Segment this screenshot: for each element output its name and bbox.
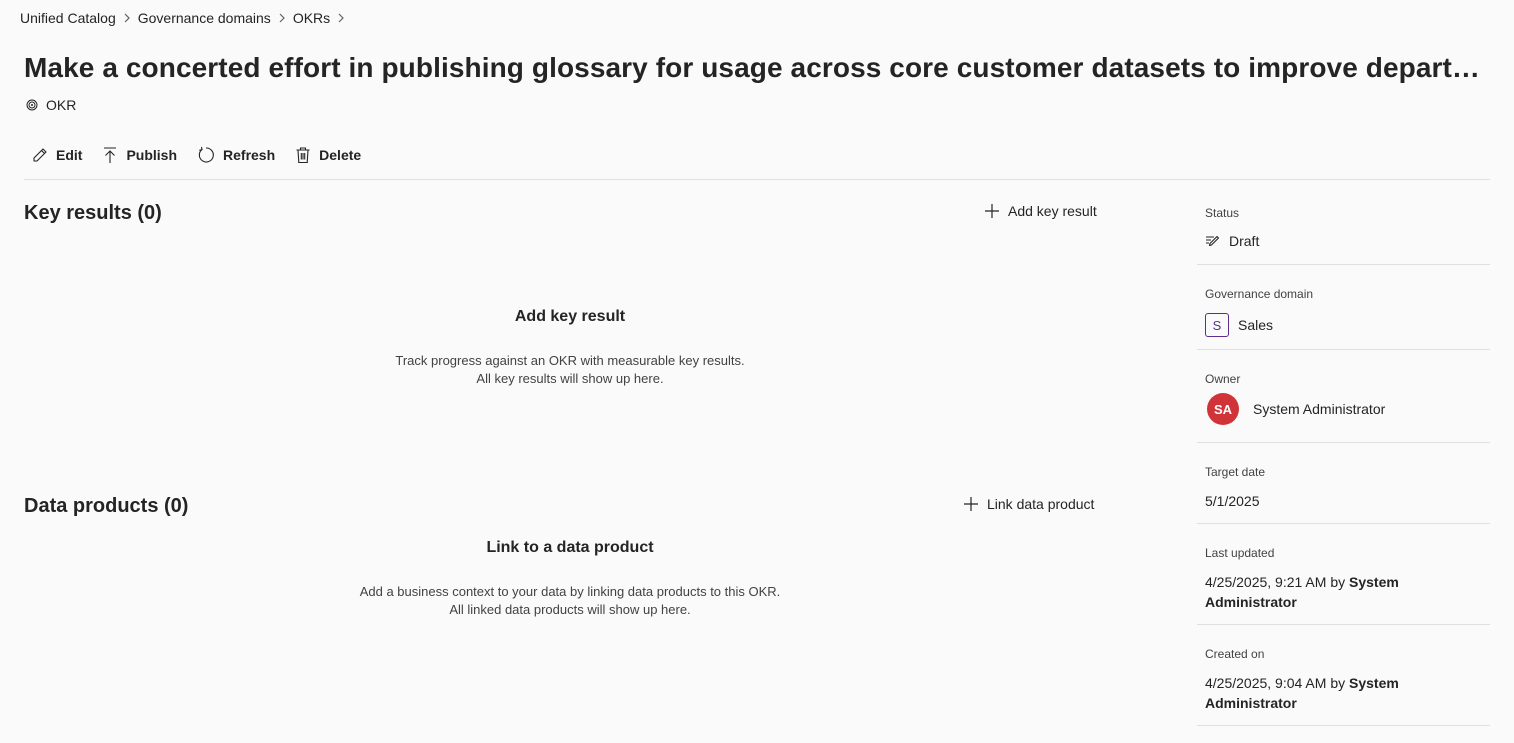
governance-domain-value: Sales bbox=[1238, 317, 1274, 333]
edit-button[interactable]: Edit bbox=[24, 140, 92, 170]
breadcrumb-unified-catalog[interactable]: Unified Catalog bbox=[20, 10, 116, 26]
chevron-right-icon bbox=[278, 13, 286, 23]
key-results-empty-desc-1: Track progress against an OKR with measu… bbox=[395, 353, 745, 368]
okr-type-label: OKR bbox=[46, 97, 77, 113]
plus-icon bbox=[963, 496, 979, 512]
breadcrumb-governance-domains[interactable]: Governance domains bbox=[138, 10, 271, 26]
last-updated-by: by bbox=[1330, 574, 1346, 590]
data-products-empty-desc-1: Add a business context to your data by l… bbox=[359, 584, 781, 599]
key-results-empty-title: Add key result bbox=[514, 308, 626, 325]
command-bar: Edit Publish Refresh Delete bbox=[24, 140, 371, 170]
key-results-heading: Key results (0) bbox=[24, 202, 162, 224]
refresh-icon bbox=[197, 146, 215, 164]
data-products-empty-desc-2: All linked data products will show up he… bbox=[449, 602, 691, 617]
last-updated-date: 4/25/2025, 9:21 AM bbox=[1205, 574, 1327, 590]
refresh-label: Refresh bbox=[223, 147, 276, 163]
target-date-label: Target date bbox=[1205, 465, 1266, 479]
target-date-value: 5/1/2025 bbox=[1205, 493, 1260, 509]
okr-type-tag: OKR bbox=[26, 97, 76, 113]
trash-icon bbox=[295, 146, 311, 164]
link-data-product-label: Link data product bbox=[987, 496, 1095, 512]
last-updated-value: 4/25/2025, 9:21 AM by System Administrat… bbox=[1205, 572, 1482, 612]
domain-badge: S bbox=[1205, 313, 1229, 337]
delete-label: Delete bbox=[319, 147, 362, 163]
publish-button[interactable]: Publish bbox=[92, 140, 187, 170]
plus-icon bbox=[984, 203, 1000, 219]
created-on-by: by bbox=[1330, 675, 1346, 691]
owner-value: System Administrator bbox=[1253, 401, 1386, 417]
add-key-result-button[interactable]: Add key result bbox=[984, 203, 1097, 219]
avatar: SA bbox=[1207, 393, 1239, 425]
governance-domain-value-row[interactable]: S Sales bbox=[1205, 313, 1482, 337]
last-updated-label: Last updated bbox=[1205, 546, 1275, 560]
details-sidebar: Status Draft Governance domain S Sales O… bbox=[1197, 193, 1490, 726]
delete-button[interactable]: Delete bbox=[285, 140, 371, 170]
key-results-empty-desc-2: All key results will show up here. bbox=[476, 371, 664, 386]
edit-label: Edit bbox=[56, 147, 83, 163]
refresh-button[interactable]: Refresh bbox=[187, 140, 285, 170]
owner-value-row[interactable]: SA System Administrator bbox=[1205, 393, 1482, 425]
chevron-right-icon bbox=[337, 13, 345, 23]
breadcrumb-okrs[interactable]: OKRs bbox=[293, 10, 330, 26]
status-field: Status Draft bbox=[1197, 193, 1490, 265]
status-value: Draft bbox=[1229, 233, 1260, 249]
data-products-heading: Data products (0) bbox=[24, 495, 189, 517]
target-icon bbox=[26, 99, 38, 111]
status-label: Status bbox=[1205, 206, 1240, 220]
created-on-field: Created on 4/25/2025, 9:04 AM by System … bbox=[1197, 625, 1490, 726]
last-updated-field: Last updated 4/25/2025, 9:21 AM by Syste… bbox=[1197, 524, 1490, 625]
status-value-row: Draft bbox=[1205, 233, 1482, 249]
owner-field: Owner SA System Administrator bbox=[1197, 350, 1490, 443]
data-products-empty-title: Link to a data product bbox=[486, 539, 654, 556]
page-title: Make a concerted effort in publishing gl… bbox=[24, 52, 1494, 83]
link-data-product-button[interactable]: Link data product bbox=[963, 496, 1094, 512]
chevron-right-icon bbox=[123, 13, 131, 23]
governance-domain-field: Governance domain S Sales bbox=[1197, 265, 1490, 350]
created-on-value: 4/25/2025, 9:04 AM by System Administrat… bbox=[1205, 673, 1482, 713]
target-date-field: Target date 5/1/2025 bbox=[1197, 443, 1490, 524]
add-key-result-label: Add key result bbox=[1008, 203, 1097, 219]
header-divider bbox=[24, 179, 1490, 180]
publish-label: Publish bbox=[126, 147, 178, 163]
breadcrumb: Unified Catalog Governance domains OKRs bbox=[20, 10, 352, 26]
pencil-icon bbox=[32, 147, 48, 163]
owner-label: Owner bbox=[1205, 372, 1241, 386]
created-on-label: Created on bbox=[1205, 647, 1265, 661]
created-on-date: 4/25/2025, 9:04 AM bbox=[1205, 675, 1327, 691]
publish-icon bbox=[102, 146, 118, 164]
governance-domain-label: Governance domain bbox=[1205, 287, 1314, 301]
draft-icon bbox=[1205, 234, 1220, 249]
